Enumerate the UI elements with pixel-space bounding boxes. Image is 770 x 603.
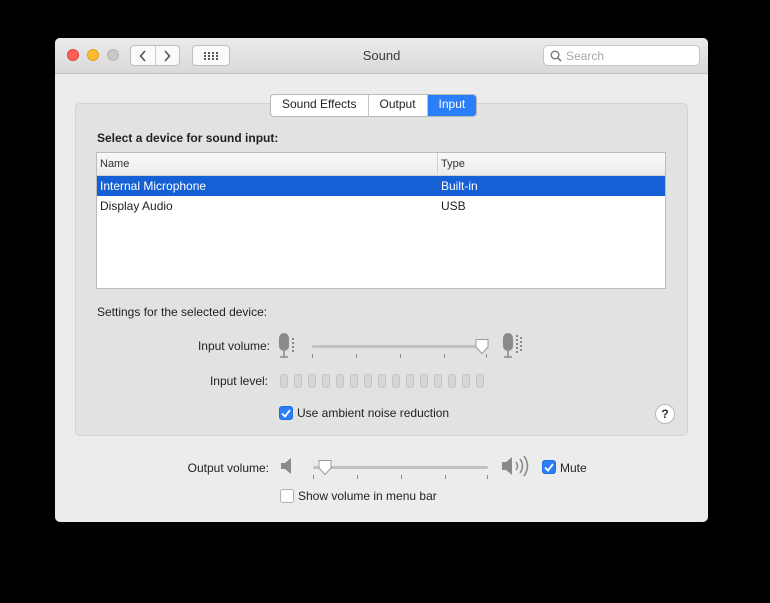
level-cell	[336, 374, 344, 388]
tab-input[interactable]: Input	[427, 95, 477, 116]
speaker-low-icon	[281, 458, 291, 474]
level-cell	[308, 374, 316, 388]
device-type: Built-in	[441, 179, 478, 193]
show-volume-menu-bar-checkbox[interactable]	[280, 489, 294, 503]
column-divider[interactable]	[437, 153, 438, 174]
level-cell	[406, 374, 414, 388]
input-volume-label: Input volume:	[197, 339, 270, 353]
level-cell	[364, 374, 372, 388]
level-cell	[350, 374, 358, 388]
mute-checkbox[interactable]	[542, 460, 556, 474]
search-input[interactable]	[566, 48, 686, 63]
level-cell	[448, 374, 456, 388]
output-volume-track[interactable]	[313, 466, 488, 469]
level-cell	[280, 374, 288, 388]
column-header-type[interactable]: Type	[441, 158, 465, 170]
settings-section-label: Settings for the selected device:	[97, 305, 268, 319]
microphone-low-icon	[279, 333, 294, 358]
input-volume-slider[interactable]	[474, 338, 490, 355]
microphone-high-icon	[503, 333, 522, 358]
tab-sound-effects[interactable]: Sound Effects	[271, 95, 369, 116]
mute-label: Mute	[560, 461, 587, 475]
level-cell	[420, 374, 428, 388]
noise-reduction-checkbox[interactable]	[279, 406, 293, 420]
checkmark-icon	[544, 462, 554, 472]
tab-output[interactable]: Output	[369, 95, 428, 116]
device-name: Display Audio	[100, 199, 173, 213]
output-volume-slider[interactable]	[317, 459, 333, 476]
search-field[interactable]	[543, 45, 700, 66]
search-icon	[550, 50, 562, 62]
level-cell	[392, 374, 400, 388]
input-level-label: Input level:	[209, 374, 268, 388]
table-header: Name Type	[97, 153, 665, 176]
input-volume-track[interactable]	[312, 345, 487, 348]
help-button[interactable]: ?	[655, 404, 675, 424]
output-volume-label: Output volume:	[187, 461, 269, 475]
speaker-high-icon	[502, 455, 529, 477]
device-section-title: Select a device for sound input:	[97, 131, 279, 145]
input-device-table: Name Type Internal Microphone Built-in D…	[96, 152, 666, 289]
level-cell	[476, 374, 484, 388]
table-row[interactable]: Display Audio USB	[97, 196, 665, 216]
show-volume-menu-bar-label: Show volume in menu bar	[298, 489, 437, 503]
level-cell	[462, 374, 470, 388]
device-name: Internal Microphone	[100, 179, 207, 193]
level-cell	[322, 374, 330, 388]
level-cell	[434, 374, 442, 388]
title-bar: Sound	[55, 38, 708, 74]
level-cell	[294, 374, 302, 388]
sound-tabs: Sound Effects Output Input	[270, 94, 478, 117]
table-row[interactable]: Internal Microphone Built-in	[97, 176, 665, 196]
level-cell	[378, 374, 386, 388]
device-type: USB	[441, 199, 466, 213]
column-header-name[interactable]: Name	[100, 158, 129, 170]
noise-reduction-label: Use ambient noise reduction	[297, 406, 450, 420]
sound-preferences-window: Sound Sound Effects Output Input Select …	[55, 38, 708, 522]
checkmark-icon	[281, 408, 291, 418]
